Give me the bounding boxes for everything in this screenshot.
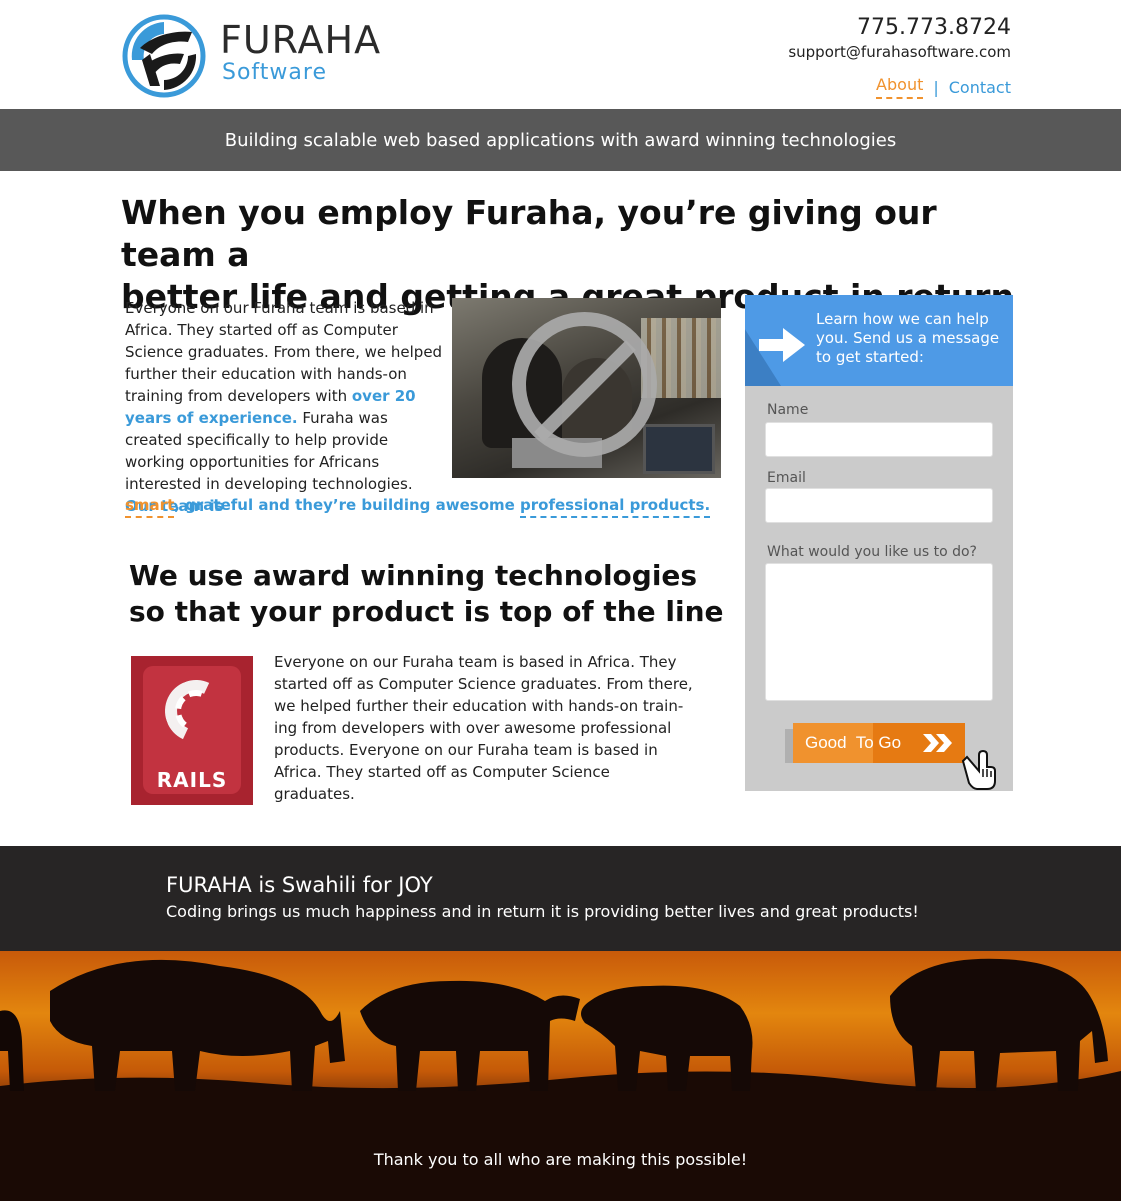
logo-name: FURAHA bbox=[220, 18, 382, 62]
joy-subtitle: Coding brings us much happiness and in r… bbox=[166, 902, 919, 921]
submit-button-label: Good To Go bbox=[805, 733, 902, 752]
intro-link-smart[interactable]: smart bbox=[125, 496, 175, 518]
form-intro: Learn how we can help you. Send us a mes… bbox=[816, 310, 1000, 366]
photo-screen bbox=[643, 424, 715, 474]
intro-link-professional[interactable]: professional products. bbox=[520, 496, 711, 518]
intro-text-tail: smart, grateful and they’re building awe… bbox=[125, 494, 725, 518]
tagline: Building scalable web based applications… bbox=[224, 129, 897, 151]
logo-subtitle: Software bbox=[222, 60, 327, 85]
arrow-right-icon bbox=[759, 328, 805, 362]
top-nav: About | Contact bbox=[876, 75, 1011, 99]
intro-text: Everyone on our Furaha team is based in … bbox=[125, 297, 445, 517]
nav-separator: | bbox=[933, 77, 939, 97]
submit-button[interactable]: Good To Go bbox=[793, 723, 965, 763]
message-label: What would you like us to do? bbox=[767, 544, 977, 560]
elephant-sunset-image: Thank you to all who are making this pos… bbox=[0, 951, 1121, 1201]
joy-title: FURAHA is Swahili for JOY bbox=[166, 873, 433, 897]
tech-heading-line-1: We use award winning technologies bbox=[129, 559, 698, 592]
form-header: Learn how we can help you. Send us a mes… bbox=[745, 295, 1013, 386]
phone-number[interactable]: 775.773.8724 bbox=[788, 14, 1011, 42]
double-chevron-icon bbox=[923, 734, 952, 752]
email-field[interactable] bbox=[765, 488, 993, 523]
email-label: Email bbox=[767, 470, 806, 486]
support-email[interactable]: support@furahasoftware.com bbox=[788, 42, 1011, 62]
team-photo bbox=[452, 298, 721, 478]
nav-link-contact[interactable]: Contact bbox=[949, 78, 1011, 97]
nav-link-about[interactable]: About bbox=[876, 75, 924, 99]
rails-logo-inner: RAILS bbox=[143, 666, 241, 794]
name-label: Name bbox=[767, 402, 809, 418]
name-field[interactable] bbox=[765, 422, 993, 457]
submit-button-wrap: Good To Go bbox=[785, 723, 965, 763]
logo[interactable]: FURAHA Software bbox=[122, 14, 392, 100]
contact-info: 775.773.8724 support@furahasoftware.com bbox=[788, 14, 1011, 62]
logo-mark-icon bbox=[122, 14, 206, 98]
hand-cursor-icon bbox=[961, 749, 996, 790]
rails-logo-word: RAILS bbox=[156, 768, 228, 792]
joy-band: FURAHA is Swahili for JOY Coding brings … bbox=[0, 846, 1121, 951]
tech-heading: We use award winning technologies so tha… bbox=[129, 558, 729, 630]
page-title-line-1: When you employ Furaha, you’re giving ou… bbox=[121, 193, 937, 274]
rails-logo: RAILS bbox=[131, 656, 253, 805]
tech-heading-line-2: so that your product is top of the line bbox=[129, 595, 724, 628]
message-field[interactable] bbox=[765, 563, 993, 701]
site-header: FURAHA Software 775.773.8724 support@fur… bbox=[0, 0, 1121, 109]
tagline-bar: Building scalable web based applications… bbox=[0, 109, 1121, 171]
no-sign-icon bbox=[512, 312, 657, 457]
thanks-message: Thank you to all who are making this pos… bbox=[373, 1150, 748, 1169]
contact-form: Learn how we can help you. Send us a mes… bbox=[745, 295, 1013, 791]
intro-highlight-grateful: grateful and they’re building awesome bbox=[179, 496, 521, 514]
tech-text: Everyone on our Furaha team is based in … bbox=[274, 653, 693, 803]
